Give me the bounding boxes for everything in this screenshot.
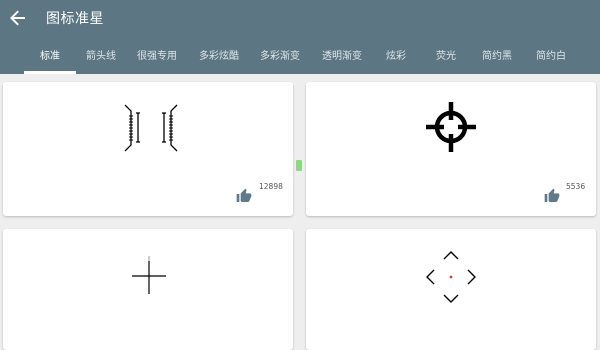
- active-tab-indicator: [24, 71, 76, 74]
- scroll-indicator[interactable]: [296, 160, 302, 171]
- thin-cross-crosshair-icon: [132, 256, 166, 294]
- like-count: 5536: [566, 182, 586, 191]
- page-title: 图标准星: [46, 11, 104, 27]
- tab-arrow-line[interactable]: 箭头线: [78, 42, 124, 74]
- tab-colorful-cool[interactable]: 多彩炫酷: [190, 42, 248, 74]
- app-bar: 图标准星 标准 箭头线 很强专用 多彩炫酷 多彩渐变 透明渐变 炫彩 荧光 简约…: [0, 0, 600, 74]
- crosshair-card[interactable]: 12898: [3, 82, 293, 216]
- thumbs-up-icon[interactable]: [236, 188, 252, 204]
- thumbs-up-icon[interactable]: [544, 188, 560, 204]
- arrow-left-icon: [10, 10, 25, 26]
- tab-standard[interactable]: 标准: [24, 42, 76, 74]
- tab-dazzle[interactable]: 炫彩: [376, 42, 416, 74]
- tab-colorful-gradient[interactable]: 多彩渐变: [250, 42, 310, 74]
- tab-bar: 标准 箭头线 很强专用 多彩炫酷 多彩渐变 透明渐变 炫彩 荧光 简约黑 简约白: [0, 42, 600, 74]
- crosshair-card[interactable]: 5536: [306, 82, 596, 216]
- circle-crosshair-icon: [426, 102, 476, 152]
- crosshair-card[interactable]: [3, 229, 293, 350]
- bracket-crosshair-icon: [124, 104, 178, 152]
- tab-minimal-black[interactable]: 简约黑: [472, 42, 522, 74]
- tab-transparent-gradient[interactable]: 透明渐变: [312, 42, 372, 74]
- crosshair-card[interactable]: [306, 229, 596, 350]
- tab-fluorescent[interactable]: 荧光: [424, 42, 468, 74]
- like-count: 12898: [259, 182, 283, 191]
- diamond-dashed-crosshair-icon: [426, 251, 476, 303]
- tab-minimal-white[interactable]: 简约白: [526, 42, 576, 74]
- back-button[interactable]: [6, 6, 30, 30]
- tab-strong-exclusive[interactable]: 很强专用: [128, 42, 186, 74]
